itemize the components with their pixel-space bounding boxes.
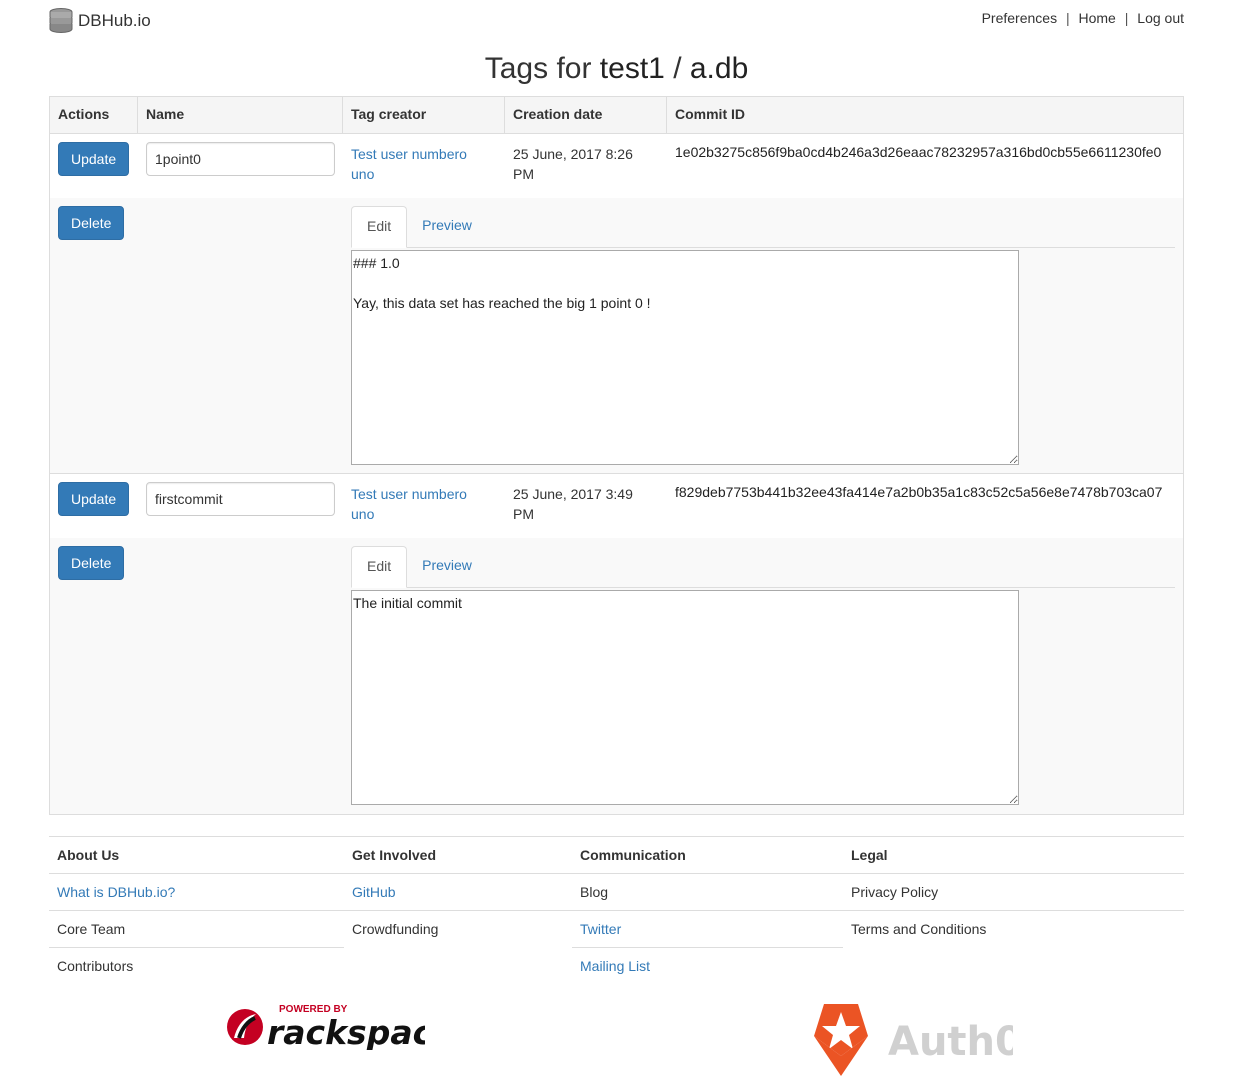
table-row-detail: Delete Edit Preview ### 1.0 Yay, this da… xyxy=(50,198,1183,474)
table-row: Update Test user numbero uno 25 June, 20… xyxy=(50,134,1183,198)
brand[interactable]: DBHub.io xyxy=(49,8,151,34)
title-prefix: Tags for xyxy=(484,52,592,85)
title-owner[interactable]: test1 xyxy=(600,52,665,85)
delete-button[interactable]: Delete xyxy=(58,206,125,240)
date-line: PM xyxy=(513,506,534,522)
creator-line: Test user numbero xyxy=(351,486,467,502)
database-icon xyxy=(49,8,73,33)
nav-separator: | xyxy=(1124,10,1129,26)
update-button[interactable]: Update xyxy=(58,142,130,176)
description-editor: Edit Preview ### 1.0 Yay, this data set … xyxy=(351,198,1175,465)
footer-item-core-team[interactable]: Core Team xyxy=(49,911,344,948)
tag-creator-link[interactable]: Test user numbero uno xyxy=(351,484,497,524)
home-link[interactable]: Home xyxy=(1079,10,1116,26)
commit-id: 1e02b3275c856f9ba0cd4b246a3d26eaac782329… xyxy=(675,144,1162,160)
table-row: Update Test user numbero uno 25 June, 20… xyxy=(50,474,1183,538)
title-slash: / xyxy=(673,52,682,85)
editor-tabs: Edit Preview xyxy=(351,206,1175,248)
update-button[interactable]: Update xyxy=(58,482,130,516)
rackspace-wordmark: rackspace xyxy=(267,1013,425,1050)
footer-communication: Communication Blog Twitter Mailing List xyxy=(572,837,843,985)
tag-name-input[interactable] xyxy=(146,142,335,176)
footer-link-twitter[interactable]: Twitter xyxy=(572,911,843,948)
footer-item-crowdfunding[interactable]: Crowdfunding xyxy=(344,911,572,948)
rackspace-logo[interactable]: POWERED BY rackspace xyxy=(225,1000,425,1050)
footer-heading: Communication xyxy=(572,837,843,874)
description-textarea[interactable]: ### 1.0 Yay, this data set has reached t… xyxy=(351,250,1019,465)
footer-heading: Get Involved xyxy=(344,837,572,874)
table-header: Actions Name Tag creator Creation date C… xyxy=(50,97,1183,134)
footer-about: About Us What is DBHub.io? Core Team Con… xyxy=(49,837,344,985)
header-date: Creation date xyxy=(505,97,667,133)
tab-edit[interactable]: Edit xyxy=(351,546,408,588)
header-name: Name xyxy=(138,97,343,133)
footer-heading: About Us xyxy=(49,837,344,874)
footer-item-terms[interactable]: Terms and Conditions xyxy=(843,911,1184,948)
brand-name: DBHub.io xyxy=(78,11,151,30)
creator-line: Test user numbero xyxy=(351,146,467,162)
tag-name-input[interactable] xyxy=(146,482,335,516)
tag-creator-link[interactable]: Test user numbero uno xyxy=(351,144,497,184)
creation-date: 25 June, 2017 3:49 PM xyxy=(505,474,667,538)
tab-preview[interactable]: Preview xyxy=(407,206,487,248)
description-editor: Edit Preview The initial commit xyxy=(351,538,1175,805)
logout-link[interactable]: Log out xyxy=(1137,10,1184,26)
tab-edit[interactable]: Edit xyxy=(351,206,408,248)
footer-involved: Get Involved GitHub Crowdfunding xyxy=(344,837,572,948)
tags-table: Actions Name Tag creator Creation date C… xyxy=(49,96,1184,815)
table-row-detail: Delete Edit Preview The initial commit xyxy=(50,538,1183,814)
commit-id: f829deb7753b441b32ee43fa414e7a2b0b35a1c8… xyxy=(675,484,1163,500)
top-nav: Preferences | Home | Log out xyxy=(982,10,1184,26)
footer-legal: Legal Privacy Policy Terms and Condition… xyxy=(843,837,1184,948)
header-commit: Commit ID xyxy=(675,106,745,122)
preferences-link[interactable]: Preferences xyxy=(982,10,1057,26)
footer-item-blog[interactable]: Blog xyxy=(572,874,843,911)
creator-line: uno xyxy=(351,166,375,182)
footer-item-contributors[interactable]: Contributors xyxy=(49,948,344,985)
footer-link-github[interactable]: GitHub xyxy=(344,874,572,911)
date-line: PM xyxy=(513,166,534,182)
creator-line: uno xyxy=(351,506,375,522)
auth0-wordmark: Auth0 xyxy=(888,1019,1013,1065)
footer-item-privacy[interactable]: Privacy Policy xyxy=(843,874,1184,911)
delete-button[interactable]: Delete xyxy=(58,546,125,580)
page-title: Tags for test1 / a.db xyxy=(0,52,1233,86)
header-creator: Tag creator xyxy=(343,97,505,133)
tab-preview[interactable]: Preview xyxy=(407,546,487,588)
footer-heading: Legal xyxy=(843,837,1184,874)
title-db[interactable]: a.db xyxy=(690,52,748,85)
footer: About Us What is DBHub.io? Core Team Con… xyxy=(49,836,1184,974)
footer-link-what-is[interactable]: What is DBHub.io? xyxy=(49,874,344,911)
description-textarea[interactable]: The initial commit xyxy=(351,590,1019,805)
date-line: 25 June, 2017 3:49 xyxy=(513,486,633,502)
footer-link-mailing-list[interactable]: Mailing List xyxy=(572,948,843,985)
creation-date: 25 June, 2017 8:26 PM xyxy=(505,134,667,198)
date-line: 25 June, 2017 8:26 xyxy=(513,146,633,162)
editor-tabs: Edit Preview xyxy=(351,546,1175,588)
header-actions: Actions xyxy=(50,97,138,133)
auth0-logo[interactable]: Auth0 xyxy=(808,1004,1013,1076)
nav-separator: | xyxy=(1065,10,1070,26)
